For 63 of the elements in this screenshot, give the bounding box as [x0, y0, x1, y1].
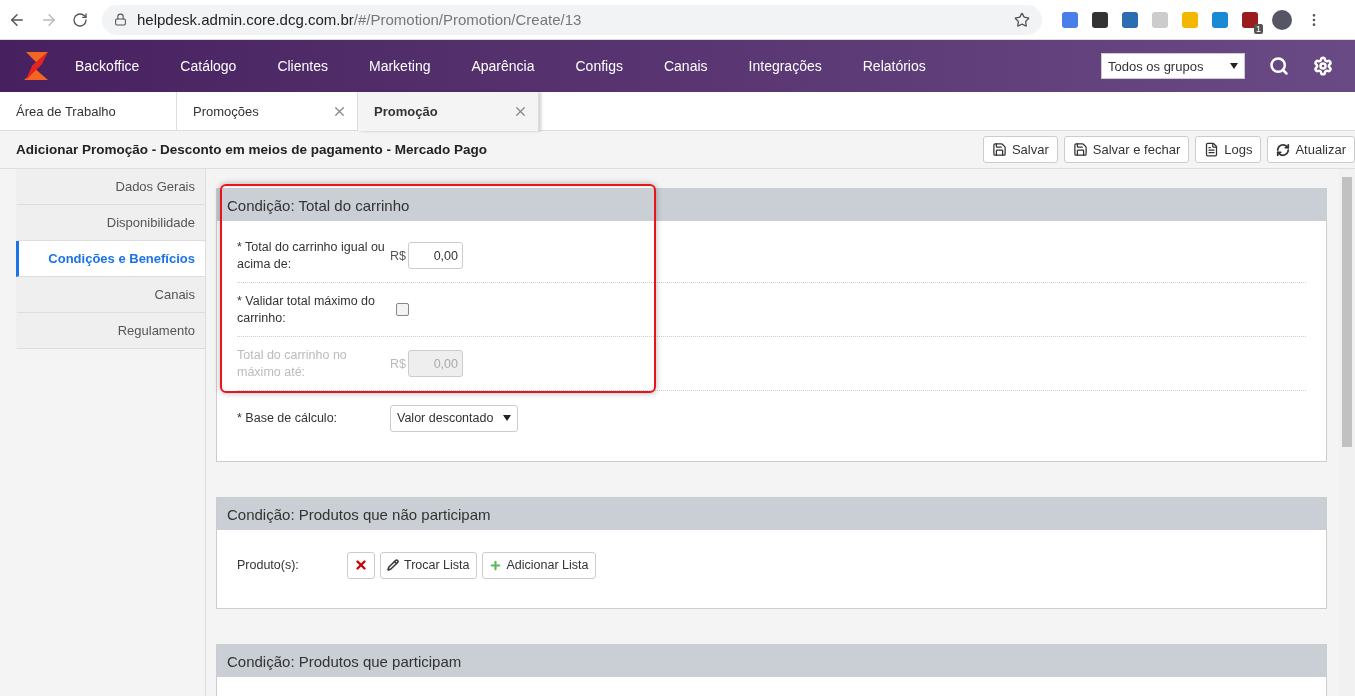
- caret-icon: [1230, 63, 1238, 69]
- search-icon[interactable]: [1269, 56, 1289, 76]
- save-icon: [1072, 142, 1088, 157]
- nav-link[interactable]: Integrações: [748, 58, 822, 74]
- toolbar-button[interactable]: Atualizar: [1267, 136, 1355, 163]
- address-bar[interactable]: helpdesk.admin.core.dcg.com.br/#/Promotion/Promotion/Create/13: [102, 4, 1042, 35]
- checkbox[interactable]: [396, 303, 409, 316]
- currency-label: R$: [390, 356, 406, 371]
- nav-link[interactable]: Clientes: [277, 58, 328, 74]
- nav-link[interactable]: Canais: [663, 58, 708, 74]
- field-label: * Validar total máximo do carrinho:: [237, 292, 377, 327]
- extension-badge: 1: [1254, 23, 1263, 34]
- refresh-icon: [1276, 142, 1291, 157]
- toolbar-button[interactable]: Salvar e fechar: [1063, 136, 1190, 163]
- select-field[interactable]: Valor descontado: [390, 404, 519, 432]
- group-select[interactable]: Todos os grupos: [1101, 53, 1245, 79]
- close-icon: [354, 558, 368, 572]
- nav-link[interactable]: Configs: [575, 58, 623, 74]
- tab-label: Área de Trabalho: [16, 103, 116, 119]
- lock-icon: [114, 13, 127, 26]
- save-icon: [991, 142, 1007, 157]
- tab-label: Promoção: [374, 104, 438, 119]
- section-title: Condição: Produtos que não participam: [217, 498, 1326, 530]
- url-text: helpdesk.admin.core.dcg.com.br/#/Promotion/Promotion/Create/13: [137, 11, 582, 28]
- nav-link[interactable]: Backoffice: [75, 58, 140, 74]
- sidebar-item[interactable]: Regulamento: [16, 313, 205, 349]
- nav-link[interactable]: Catálogo: [180, 58, 237, 74]
- settings-icon[interactable]: [1313, 56, 1333, 76]
- section-title: Condição: Total do carrinho: [217, 189, 1326, 221]
- plus-icon: [488, 558, 502, 572]
- sidebar-item[interactable]: Disponibilidade: [16, 205, 205, 241]
- amount-field[interactable]: 0,00: [408, 242, 463, 269]
- sidebar-item[interactable]: Dados Gerais: [16, 169, 205, 205]
- extension-icon[interactable]: [1242, 11, 1258, 28]
- add-list-button[interactable]: Adicionar Lista: [481, 551, 596, 579]
- close-icon[interactable]: [513, 104, 528, 119]
- avatar-icon[interactable]: [1272, 9, 1292, 30]
- field-label: Produto(s):: [237, 556, 300, 574]
- scrollbar-thumb[interactable]: [1341, 177, 1352, 447]
- document-icon: [1204, 142, 1220, 157]
- nav-link[interactable]: Relatórios: [862, 58, 926, 74]
- caret-icon: [503, 415, 512, 421]
- toolbar-button[interactable]: Logs: [1195, 136, 1262, 163]
- field-label: Total do carrinho no máximo até:: [237, 346, 348, 381]
- nav-link[interactable]: Aparência: [471, 58, 535, 74]
- currency-label: R$: [390, 248, 406, 263]
- extension-icon[interactable]: [1092, 11, 1108, 28]
- remove-button[interactable]: [347, 551, 375, 579]
- nav-link[interactable]: Marketing: [369, 58, 431, 74]
- page-title: Adicionar Promoção - Desconto em meios de pagamento - Mercado Pago: [16, 142, 488, 157]
- extension-icon[interactable]: [1122, 11, 1138, 28]
- toolbar-button[interactable]: Salvar: [982, 136, 1058, 163]
- reload-icon[interactable]: [72, 11, 88, 28]
- tab-label: Promoções: [193, 103, 259, 119]
- swap-list-button[interactable]: Trocar Lista: [380, 551, 477, 579]
- tab[interactable]: Promoção: [358, 92, 539, 131]
- sidebar-item[interactable]: Condições e Benefícios: [16, 241, 205, 277]
- field-label: * Base de cálculo:: [237, 409, 339, 427]
- star-icon[interactable]: [1014, 11, 1030, 28]
- pencil-icon: [387, 559, 399, 571]
- sidebar-item[interactable]: Canais: [16, 277, 205, 313]
- section-title: Condição: Produtos que participam: [217, 645, 1326, 677]
- field-label: * Total do carrinho igual ou acima de:: [237, 238, 386, 273]
